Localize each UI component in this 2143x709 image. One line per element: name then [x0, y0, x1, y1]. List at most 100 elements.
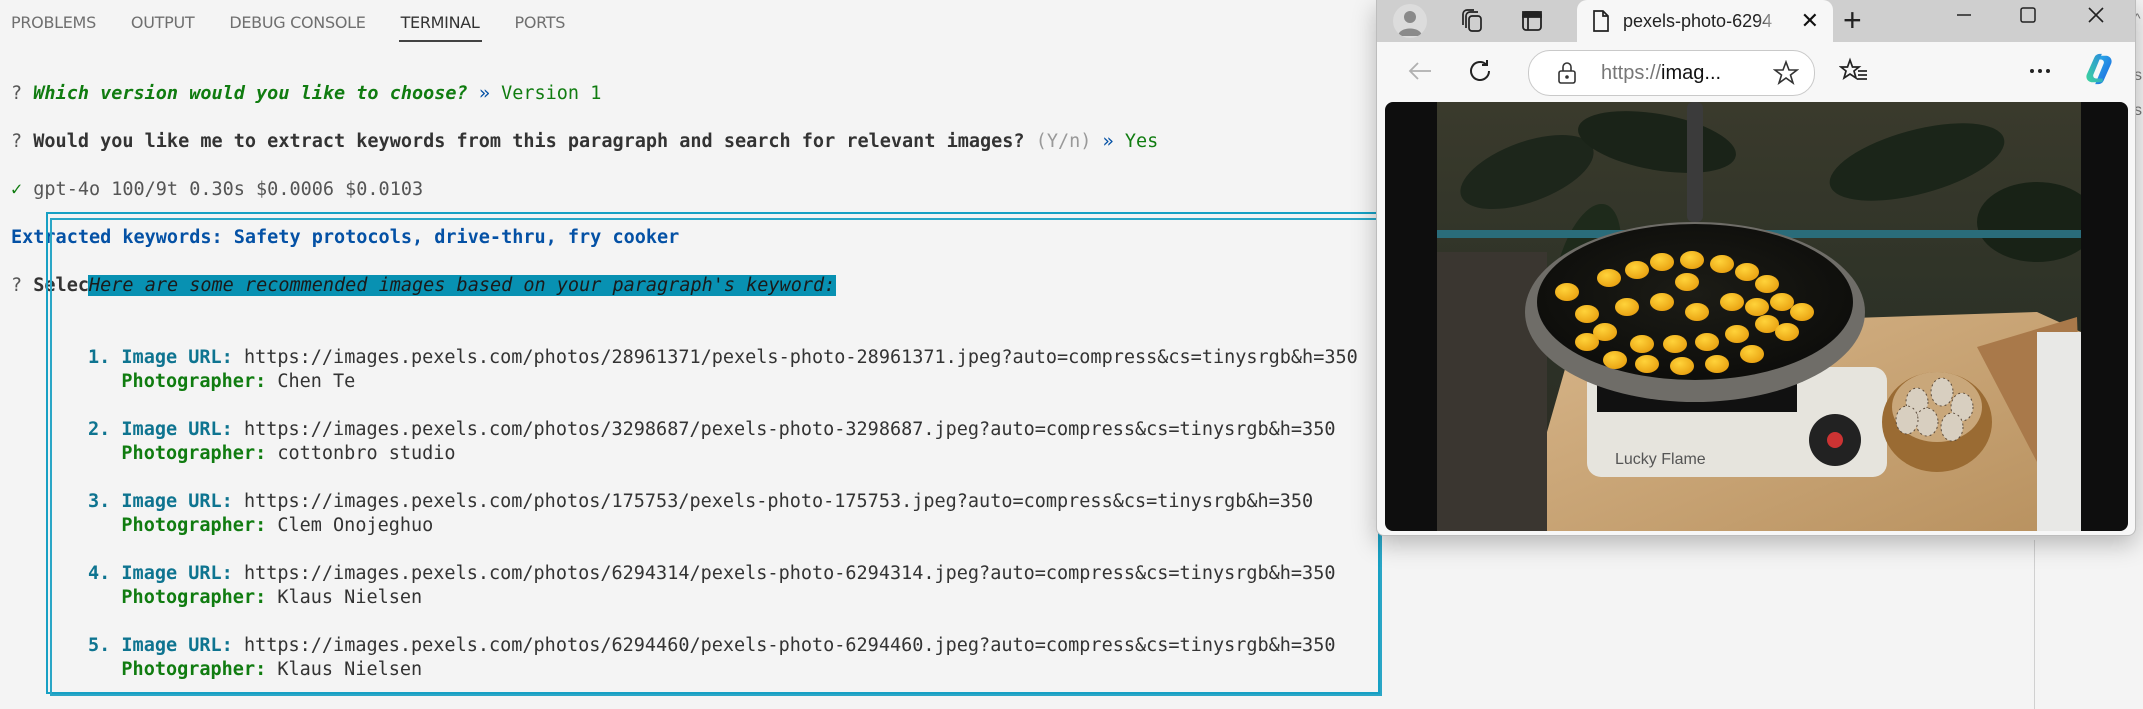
- photographer-name: Klaus Nielsen: [277, 659, 423, 680]
- photographer-name: Clem Onojeghuo: [277, 515, 434, 536]
- egg-yolk: [1635, 355, 1659, 373]
- egg-yolk: [1575, 305, 1599, 323]
- egg-yolk: [1603, 351, 1627, 369]
- result-item: 3. Image URL: https://images.pexels.com/…: [88, 490, 1358, 538]
- photographer-name: Chen Te: [277, 371, 356, 392]
- result-url-line: 2. Image URL: https://images.pexels.com/…: [88, 418, 1358, 442]
- vertical-tabs-icon[interactable]: [1515, 6, 1549, 36]
- browser-tab[interactable]: pexels-photo-6294 ✕: [1577, 0, 1833, 42]
- result-number: 5.: [88, 635, 111, 656]
- egg-yolk: [1720, 293, 1744, 311]
- image-url[interactable]: https://images.pexels.com/photos/6294460…: [244, 635, 1336, 656]
- result-number: 4.: [88, 563, 111, 584]
- result-url-line: 5. Image URL: https://images.pexels.com/…: [88, 634, 1358, 658]
- result-photographer-line: Photographer: Klaus Nielsen: [88, 586, 1358, 610]
- result-number: 3.: [88, 491, 111, 512]
- page-icon: [1591, 9, 1611, 33]
- result-number: 1.: [88, 347, 111, 368]
- result-photographer-line: Photographer: cottonbro studio: [88, 442, 1358, 466]
- image-url[interactable]: https://images.pexels.com/photos/3298687…: [244, 419, 1336, 440]
- egg-yolk: [1735, 263, 1759, 281]
- address-bar[interactable]: https://imag...: [1528, 50, 1815, 96]
- star-icon[interactable]: [1772, 59, 1800, 91]
- quail-egg: [1915, 407, 1939, 437]
- check-icon: ✓: [11, 179, 23, 200]
- image-url[interactable]: https://images.pexels.com/photos/6294314…: [244, 563, 1336, 584]
- egg-yolk: [1575, 333, 1599, 351]
- result-item: 1. Image URL: https://images.pexels.com/…: [88, 346, 1358, 394]
- tab-problems[interactable]: PROBLEMS: [11, 0, 96, 46]
- maximize-icon[interactable]: [2003, 0, 2053, 30]
- photographer-name: Klaus Nielsen: [277, 587, 423, 608]
- image-url-label: Image URL:: [121, 491, 233, 512]
- tab-title: pexels-photo-6294: [1623, 10, 1773, 31]
- egg-yolk: [1685, 303, 1709, 321]
- results-list: 1. Image URL: https://images.pexels.com/…: [88, 346, 1358, 682]
- quail-egg: [1895, 405, 1919, 435]
- workspaces-icon[interactable]: [1455, 6, 1489, 36]
- results-heading: Here are some recommended images based o…: [88, 275, 837, 296]
- new-tab-plus-icon[interactable]: +: [1843, 2, 1862, 39]
- photographer-label: Photographer:: [121, 659, 267, 680]
- panel-tab-bar: PROBLEMS OUTPUT DEBUG CONSOLE TERMINAL P…: [0, 0, 1380, 46]
- white-counter: [2037, 332, 2081, 531]
- stove-brand: Lucky Flame: [1615, 451, 1706, 468]
- result-photographer-line: Photographer: Chen Te: [88, 370, 1358, 394]
- result-item: 5. Image URL: https://images.pexels.com/…: [88, 634, 1358, 682]
- egg-yolk: [1597, 269, 1621, 287]
- quail-egg: [1930, 377, 1954, 407]
- image-url[interactable]: https://images.pexels.com/photos/2896137…: [244, 347, 1358, 368]
- egg-yolk: [1675, 273, 1699, 291]
- photographer-label: Photographer:: [121, 515, 267, 536]
- egg-yolk: [1663, 335, 1687, 353]
- more-icon[interactable]: [2023, 54, 2057, 88]
- copilot-icon[interactable]: [2082, 52, 2116, 86]
- egg-yolk: [1630, 335, 1654, 353]
- egg-yolk: [1745, 298, 1769, 316]
- tab-ports[interactable]: PORTS: [515, 0, 566, 46]
- egg-yolk: [1755, 275, 1779, 293]
- profile-icon[interactable]: [1393, 4, 1427, 38]
- close-window-icon[interactable]: [2071, 0, 2121, 30]
- image-url-label: Image URL:: [121, 347, 233, 368]
- browser-window: pexels-photo-6294 ✕ + https://imag... Lu…: [1376, 0, 2136, 536]
- browser-viewport[interactable]: Lucky Flame: [1385, 102, 2128, 531]
- refresh-icon[interactable]: [1463, 54, 1497, 88]
- result-number: 2.: [88, 419, 111, 440]
- egg-yolk: [1740, 345, 1764, 363]
- close-tab-icon[interactable]: ✕: [1801, 8, 1819, 34]
- address-text[interactable]: https://imag...: [1601, 62, 1721, 85]
- egg-yolk: [1650, 253, 1674, 271]
- browser-titlebar: pexels-photo-6294 ✕ +: [1377, 0, 2135, 42]
- photographer-label: Photographer:: [121, 587, 267, 608]
- tab-debug-console[interactable]: DEBUG CONSOLE: [229, 0, 366, 46]
- back-arrow-icon[interactable]: [1403, 54, 1437, 88]
- image-url-label: Image URL:: [121, 419, 233, 440]
- prompt-answer: Version 1: [501, 83, 602, 104]
- lock-icon[interactable]: [1557, 61, 1577, 90]
- minimize-icon[interactable]: [1939, 0, 1989, 30]
- terminal-line-version: ? Which version would you like to choose…: [11, 83, 602, 104]
- egg-yolk: [1680, 251, 1704, 269]
- image-url[interactable]: https://images.pexels.com/photos/175753/…: [244, 491, 1313, 512]
- photographer-name: cottonbro studio: [277, 443, 456, 464]
- result-url-line: 3. Image URL: https://images.pexels.com/…: [88, 490, 1358, 514]
- egg-yolk: [1650, 293, 1674, 311]
- egg-yolk: [1725, 325, 1749, 343]
- tab-terminal[interactable]: TERMINAL: [398, 0, 482, 46]
- pan-oil: [1537, 224, 1853, 380]
- favorites-icon[interactable]: [1837, 54, 1871, 88]
- pan-handle: [1687, 102, 1703, 222]
- tab-output[interactable]: OUTPUT: [131, 0, 195, 46]
- egg-yolk: [1670, 357, 1694, 375]
- prompt-answer: Yes: [1124, 131, 1159, 152]
- result-photographer-line: Photographer: Clem Onojeghuo: [88, 514, 1358, 538]
- result-url-line: 1. Image URL: https://images.pexels.com/…: [88, 346, 1358, 370]
- quail-egg: [1940, 412, 1964, 442]
- image-url-label: Image URL:: [121, 635, 233, 656]
- egg-yolk: [1705, 355, 1729, 373]
- egg-yolk: [1625, 261, 1649, 279]
- prompt-question: Which version would you like to choose?: [33, 83, 468, 104]
- photographer-label: Photographer:: [121, 371, 267, 392]
- egg-yolk: [1710, 255, 1734, 273]
